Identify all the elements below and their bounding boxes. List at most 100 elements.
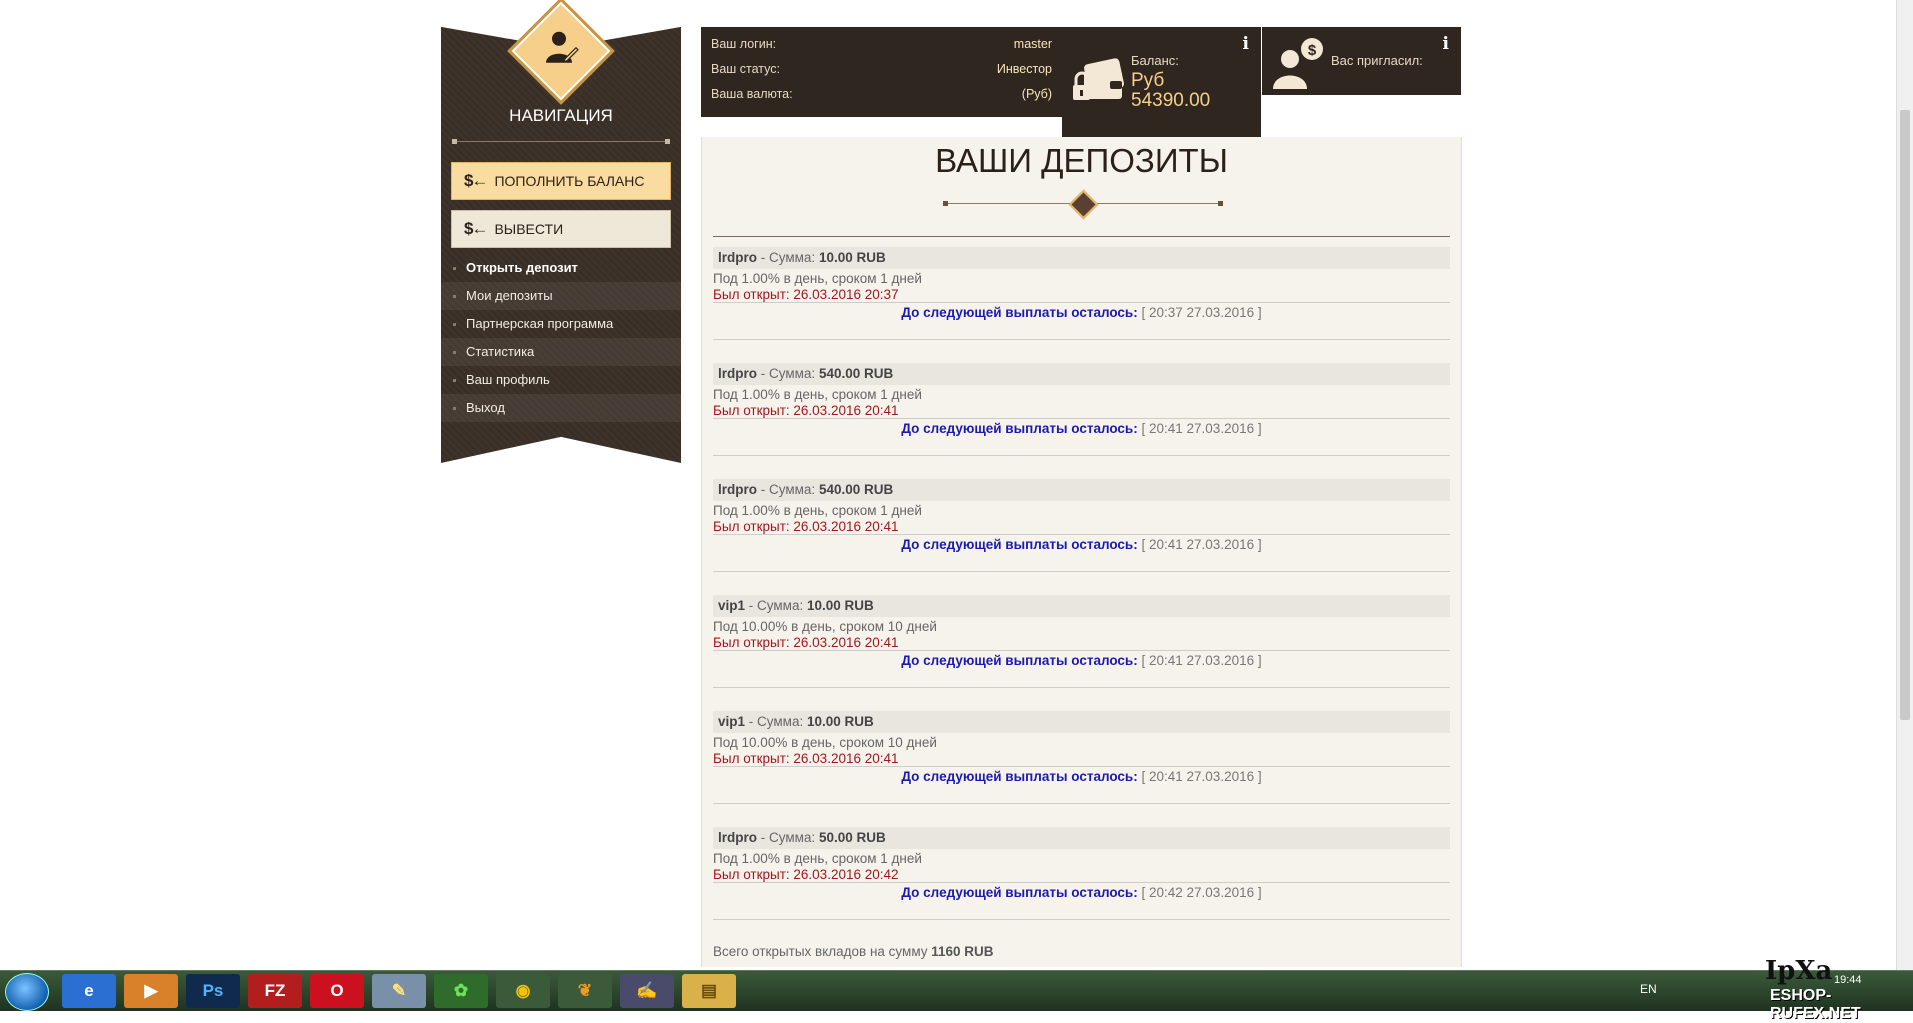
nav-item-open-deposit[interactable]: Открыть депозит <box>441 254 681 282</box>
next-payout-time: [ 20:41 27.03.2016 ] <box>1141 653 1262 668</box>
deposit-opened-label: Был открыт: <box>713 751 790 766</box>
login-label: Ваш логин: <box>711 37 777 51</box>
next-payout-label: До следующей выплаты осталось: <box>901 653 1138 668</box>
deposit-terms: Под 1.00% в день, сроком 1 дней <box>713 503 922 518</box>
nav-item-profile[interactable]: Ваш профиль <box>441 366 681 394</box>
page-title: ВАШИ ДЕПОЗИТЫ <box>935 142 1228 179</box>
opera-icon[interactable]: O <box>310 974 364 1008</box>
withdraw-button[interactable]: $← ВЫВЕСТИ <box>451 210 671 248</box>
deposit-opened-label: Был открыт: <box>713 403 790 418</box>
deposit-next-payout: До следующей выплаты осталось: [ 20:41 2… <box>713 535 1450 572</box>
next-payout-label: До следующей выплаты осталось: <box>901 537 1138 552</box>
status-row: Ваш статус: Инвестор <box>711 62 1052 82</box>
user-dollar-icon: $ <box>1273 38 1323 89</box>
deposit-plan: lrdpro <box>718 830 757 845</box>
page-scrollbar[interactable] <box>1896 0 1913 970</box>
deposit-amount: 540.00 RUB <box>818 366 894 381</box>
nav-item-statistics[interactable]: Статистика <box>441 338 681 366</box>
nav-item-partner-program[interactable]: Партнерская программа <box>441 310 681 338</box>
deposit-sum-label: - Сумма: <box>760 366 816 381</box>
deposit-entry: lrdpro - Сумма: 10.00 RUB Под 1.00% в ден… <box>713 247 1450 340</box>
next-payout-label: До следующей выплаты осталось: <box>901 769 1138 784</box>
deposit-header: vip1 - Сумма: 10.00 RUB <box>713 595 1450 617</box>
deposit-header: lrdpro - Сумма: 540.00 RUB <box>713 363 1450 385</box>
total-label: Всего открытых вкладов на сумму <box>713 944 928 959</box>
deposit-plan: lrdpro <box>718 250 757 265</box>
icq-icon[interactable]: ✿ <box>434 974 488 1008</box>
deposit-amount: 10.00 RUB <box>806 714 874 729</box>
deposit-opened-date: 26.03.2016 20:41 <box>793 519 899 534</box>
deposit-opened: Был открыт: 26.03.2016 20:41 <box>713 520 1450 535</box>
deposit-opened: Был открыт: 26.03.2016 20:37 <box>713 288 1450 303</box>
deposit-next-payout: До следующей выплаты осталось: [ 20:41 2… <box>713 767 1450 804</box>
login-value: master <box>1013 37 1052 51</box>
deposit-next-payout: До следующей выплаты осталось: [ 20:37 2… <box>713 303 1450 340</box>
watermark-url: ESHOP-RUFEX.NET <box>1770 987 1861 1022</box>
next-payout-time: [ 20:41 27.03.2016 ] <box>1141 769 1262 784</box>
nav-item-my-deposits[interactable]: Мои депозиты <box>441 282 681 310</box>
deposit-sum-label: - Сумма: <box>748 714 804 729</box>
watermark-logo: IpXa <box>1765 956 1833 986</box>
deposit-entry: lrdpro - Сумма: 50.00 RUB Под 1.00% в ден… <box>713 827 1450 920</box>
deposit-opened: Был открыт: 26.03.2016 20:41 <box>713 404 1450 419</box>
account-info-panel: Ваш логин: master Ваш статус: Инвестор В… <box>701 27 1062 117</box>
deposit-sum-label: - Сумма: <box>748 598 804 613</box>
referrer-info-icon[interactable]: i <box>1443 34 1449 54</box>
next-payout-label: До следующей выплаты осталось: <box>901 421 1138 436</box>
balance-info-icon[interactable]: i <box>1243 34 1249 54</box>
status-label: Ваш статус: <box>711 62 781 76</box>
deposit-terms: Под 1.00% в день, сроком 1 дней <box>713 387 922 402</box>
deposit-opened-date: 26.03.2016 20:37 <box>793 287 899 302</box>
content-divider <box>713 236 1450 237</box>
filezilla-icon[interactable]: FZ <box>248 974 302 1008</box>
taskbar-clock[interactable]: 19:44 <box>1834 974 1862 986</box>
deposit-plan: vip1 <box>718 598 746 613</box>
deposit-opened-label: Был открыт: <box>713 519 790 534</box>
deposit-header: lrdpro - Сумма: 10.00 RUB <box>713 247 1450 269</box>
internet-explorer-icon[interactable]: e <box>62 974 116 1008</box>
windows-taskbar: e ▶ Ps FZ O ✎ ✿ ◉ ❦ ✍ ▤ EN IpXa ESHOP-RUFEX.NET 19… <box>0 956 1913 1022</box>
wallet-lock-icon <box>1073 58 1124 100</box>
deposit-opened: Был открыт: 26.03.2016 20:41 <box>713 752 1450 767</box>
deposit-entry: vip1 - Сумма: 10.00 RUB Под 10.00% в день… <box>713 595 1450 688</box>
leaf-app-icon[interactable]: ❦ <box>558 974 612 1008</box>
file-explorer-icon[interactable]: ▤ <box>682 974 736 1008</box>
language-indicator[interactable]: EN <box>1640 982 1657 996</box>
deposit-entry: lrdpro - Сумма: 540.00 RUB Под 1.00% в де… <box>713 363 1450 456</box>
deposit-plan: lrdpro <box>718 482 757 497</box>
top-up-balance-button[interactable]: $← ПОПОЛНИТЬ БАЛАНС <box>451 162 671 200</box>
deposit-opened-label: Был открыт: <box>713 287 790 302</box>
navigation-title: НАВИГАЦИЯ <box>509 106 613 125</box>
scrollbar-thumb[interactable] <box>1900 110 1910 720</box>
nav-item-logout[interactable]: Выход <box>441 394 681 422</box>
deposit-next-payout: До следующей выплаты осталось: [ 20:42 2… <box>713 883 1450 920</box>
navigation-divider <box>452 139 670 144</box>
deposit-header: vip1 - Сумма: 10.00 RUB <box>713 711 1450 733</box>
start-button[interactable] <box>5 973 49 1011</box>
dollar-withdraw-icon: $← <box>464 219 489 238</box>
deposit-entry: vip1 - Сумма: 10.00 RUB Под 10.00% в день… <box>713 711 1450 804</box>
deposit-opened-date: 26.03.2016 20:41 <box>793 635 899 650</box>
deposits-content: ВАШИ ДЕПОЗИТЫ lrdpro - Сумма: 10.00 RUB П… <box>701 137 1462 967</box>
deposit-opened-date: 26.03.2016 20:42 <box>793 867 899 882</box>
deposit-sum-label: - Сумма: <box>760 482 816 497</box>
deposit-opened-date: 26.03.2016 20:41 <box>793 403 899 418</box>
next-payout-time: [ 20:41 27.03.2016 ] <box>1141 537 1262 552</box>
deposit-entry: lrdpro - Сумма: 540.00 RUB Под 1.00% в де… <box>713 479 1450 572</box>
photoshop-icon[interactable]: Ps <box>186 974 240 1008</box>
deposit-opened: Был открыт: 26.03.2016 20:41 <box>713 636 1450 651</box>
deposit-opened-label: Был открыт: <box>713 867 790 882</box>
deposit-amount: 540.00 RUB <box>818 482 894 497</box>
chrome-icon[interactable]: ◉ <box>496 974 550 1008</box>
media-player-icon[interactable]: ▶ <box>124 974 178 1008</box>
dollar-deposit-icon: $← <box>464 171 489 190</box>
deposit-sum-label: - Сумма: <box>760 830 816 845</box>
deposit-amount: 50.00 RUB <box>818 830 886 845</box>
deposit-sum-label: - Сумма: <box>760 250 816 265</box>
paint-icon[interactable]: ✎ <box>372 974 426 1008</box>
user-edit-icon <box>546 31 579 63</box>
deposit-next-payout: До следующей выплаты осталось: [ 20:41 2… <box>713 419 1450 456</box>
referrer-panel: $ i Вас пригласил: <box>1262 27 1461 95</box>
pad-editor-icon[interactable]: ✍ <box>620 974 674 1008</box>
deposit-plan: vip1 <box>718 714 746 729</box>
